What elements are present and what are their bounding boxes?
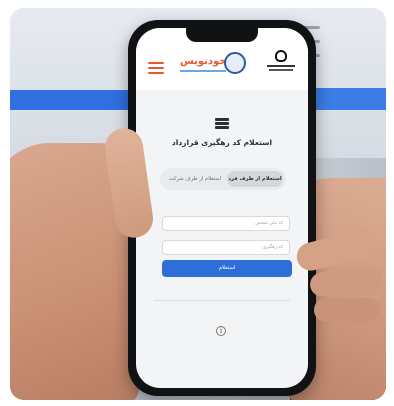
national-id-field[interactable]: کد ملی شخص bbox=[162, 216, 290, 231]
seal-icon bbox=[224, 52, 246, 74]
tracking-code-field[interactable]: کد رهگیری bbox=[162, 240, 290, 255]
right-finger bbox=[314, 298, 380, 322]
monitor-blue-bar bbox=[10, 90, 140, 110]
gov-logo-text bbox=[267, 65, 295, 67]
tab-company[interactable]: استعلام از طرف شرکت bbox=[164, 171, 226, 187]
divider bbox=[154, 300, 290, 301]
inquiry-type-tabs: استعلام از طرف فرد استعلام از طرف شرکت bbox=[160, 168, 286, 190]
gov-logo-text bbox=[269, 69, 293, 71]
phone-notch bbox=[186, 28, 258, 42]
iran-emblem-icon bbox=[275, 50, 287, 62]
tab-person[interactable]: استعلام از طرف فرد bbox=[227, 171, 283, 187]
layers-icon bbox=[215, 118, 229, 130]
gov-logo bbox=[264, 50, 298, 80]
photo-frame: خودنویس استعلام کد رهگیری قرارداد استعلا… bbox=[10, 8, 386, 400]
hamburger-icon[interactable] bbox=[148, 62, 164, 74]
phone-screen: خودنویس استعلام کد رهگیری قرارداد استعلا… bbox=[136, 28, 308, 388]
inquiry-button[interactable]: استعلام bbox=[162, 260, 292, 277]
info-icon[interactable]: i bbox=[216, 326, 226, 336]
page-title: استعلام کد رهگیری قرارداد bbox=[171, 138, 273, 147]
site-logo-underline bbox=[180, 70, 226, 72]
smartphone: خودنویس استعلام کد رهگیری قرارداد استعلا… bbox=[128, 20, 316, 396]
